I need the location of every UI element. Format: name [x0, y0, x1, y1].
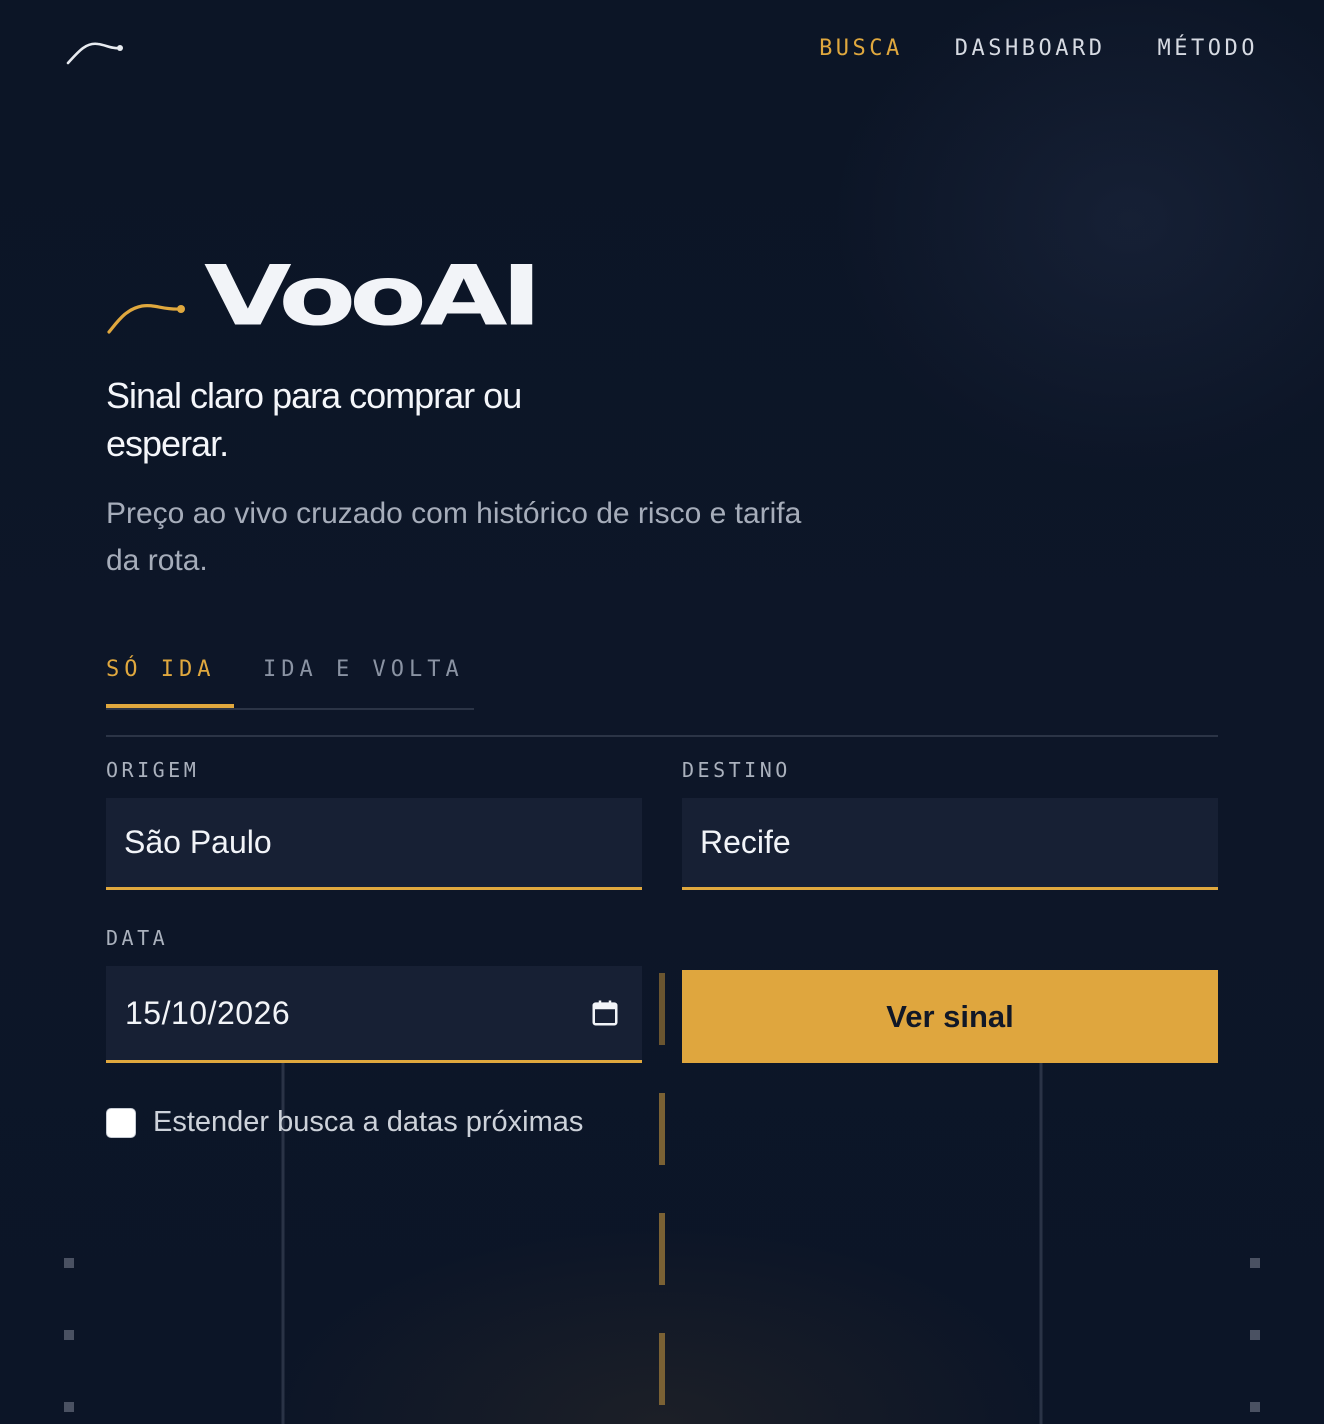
tab-so-ida[interactable]: SÓ IDA	[106, 648, 234, 708]
extend-search-label: Estender busca a datas próximas	[153, 1106, 584, 1138]
destination-value: Recife	[700, 824, 791, 860]
subtitle: Preço ao vivo cruzado com histórico de r…	[106, 497, 802, 577]
runway-light	[1250, 1402, 1260, 1412]
origin-input[interactable]: São Paulo	[106, 798, 642, 890]
swoosh-brand-icon	[107, 303, 185, 334]
origin-value: São Paulo	[124, 824, 272, 860]
tagline: Sinal claro para comprar ou esperar.	[106, 375, 522, 464]
nav-dashboard[interactable]: DASHBOARD	[955, 36, 1106, 61]
swoosh-logo-icon[interactable]	[66, 36, 126, 68]
trip-type-tabs: SÓ IDA IDA E VOLTA	[106, 648, 474, 710]
nav-busca[interactable]: BUSCA	[819, 36, 903, 61]
destination-label: DESTINO	[682, 758, 791, 782]
brand-name: VooAI	[204, 247, 543, 345]
extend-search-checkbox[interactable]	[106, 1107, 136, 1138]
runway-light	[64, 1330, 74, 1340]
destination-input[interactable]: Recife	[682, 798, 1218, 890]
date-input[interactable]: 15/10/2026	[106, 966, 642, 1063]
runway-background	[64, 973, 1260, 1424]
main-nav: BUSCA DASHBOARD MÉTODO	[819, 36, 1258, 61]
tab-ida-e-volta[interactable]: IDA E VOLTA	[263, 648, 464, 706]
brand-logo: VooAI	[106, 248, 543, 344]
date-label: DATA	[106, 926, 169, 950]
runway-light	[1250, 1258, 1260, 1268]
runway-light	[1250, 1330, 1260, 1340]
form-divider	[106, 735, 1218, 737]
ver-sinal-button[interactable]: Ver sinal	[682, 970, 1218, 1063]
runway-light	[64, 1402, 74, 1412]
extend-search-option[interactable]: Estender busca a datas próximas	[106, 1106, 583, 1139]
origin-label: ORIGEM	[106, 758, 200, 782]
calendar-icon[interactable]	[590, 998, 620, 1028]
date-value: 15/10/2026	[125, 994, 291, 1031]
runway-light	[64, 1258, 74, 1268]
nav-metodo[interactable]: MÉTODO	[1158, 36, 1258, 61]
